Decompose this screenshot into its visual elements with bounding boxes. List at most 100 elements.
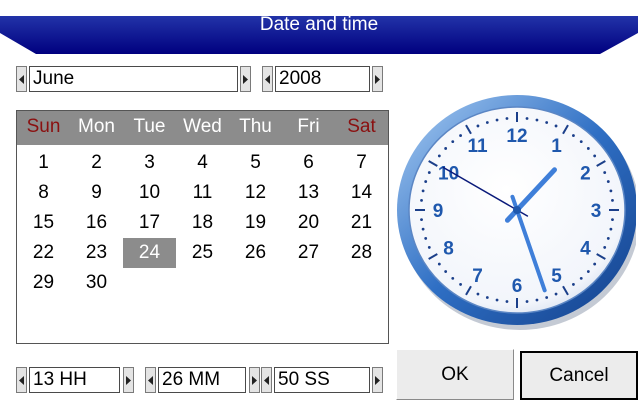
day-cell[interactable]: 27 xyxy=(282,238,335,268)
day-cell[interactable]: 22 xyxy=(17,238,70,268)
day-cell[interactable]: 10 xyxy=(123,178,176,208)
triangle-right-icon xyxy=(375,376,380,385)
minutes-next-button[interactable] xyxy=(249,367,260,393)
day-cell[interactable]: 9 xyxy=(70,178,123,208)
day-cell[interactable]: 26 xyxy=(229,238,282,268)
year-next-button[interactable] xyxy=(372,66,383,92)
day-cell[interactable]: 3 xyxy=(123,148,176,178)
day-cell[interactable]: 11 xyxy=(176,178,229,208)
day-cell[interactable]: 30 xyxy=(70,268,123,298)
clock-tick xyxy=(603,246,607,249)
triangle-left-icon xyxy=(264,376,269,385)
clock-tick xyxy=(579,140,583,144)
day-cell[interactable]: 19 xyxy=(229,208,282,238)
day-cell[interactable]: 7 xyxy=(335,148,388,178)
clock-tick xyxy=(545,296,549,299)
day-cell[interactable]: 29 xyxy=(17,268,70,298)
clock-tick xyxy=(611,198,614,202)
clock-tick xyxy=(485,121,489,124)
clock-tick xyxy=(525,117,529,120)
weekday-header: Sun Mon Tue Wed Thu Fri Sat xyxy=(17,111,388,145)
day-cell[interactable]: 21 xyxy=(335,208,388,238)
day-cell[interactable]: 13 xyxy=(282,178,335,208)
clock-tick xyxy=(572,283,575,286)
day-cell[interactable]: 28 xyxy=(335,238,388,268)
clock-tick xyxy=(420,218,423,222)
clock-tick xyxy=(495,298,499,302)
clock-tick xyxy=(444,147,448,150)
day-cell[interactable]: 18 xyxy=(176,208,229,238)
clock-tick xyxy=(437,262,441,266)
analog-clock: 12 1234567891011 xyxy=(397,95,636,330)
hours-prev-button[interactable] xyxy=(16,367,27,393)
day-cell[interactable]: 14 xyxy=(335,178,388,208)
clock-tick xyxy=(611,218,614,222)
month-prev-button[interactable] xyxy=(16,66,27,92)
clock-numeral: 4 xyxy=(580,239,591,260)
clock-tick xyxy=(476,292,480,296)
triangle-right-icon xyxy=(243,75,248,84)
clock-tick xyxy=(525,300,529,303)
hours-field[interactable]: 13 HH xyxy=(29,367,120,393)
day-cell[interactable]: 15 xyxy=(17,208,70,238)
clock-tick xyxy=(579,276,583,280)
day-cell[interactable]: 23 xyxy=(70,238,123,268)
clock-tick xyxy=(554,124,558,128)
triangle-left-icon xyxy=(19,75,24,84)
day-cell[interactable]: 17 xyxy=(123,208,176,238)
clock-tick xyxy=(421,227,425,231)
clock-tick xyxy=(545,121,549,124)
clock-tick xyxy=(424,237,428,240)
hours-next-button[interactable] xyxy=(123,367,134,393)
clock-tick xyxy=(495,118,499,122)
weekday-label: Mon xyxy=(78,116,115,137)
weekday-label: Sat xyxy=(347,116,376,137)
clock-numeral: 5 xyxy=(551,266,562,287)
seconds-next-button[interactable] xyxy=(372,367,383,393)
clock-tick xyxy=(603,171,607,174)
day-cell[interactable]: 6 xyxy=(282,148,335,178)
month-next-button[interactable] xyxy=(240,66,251,92)
clock-tick xyxy=(451,276,455,280)
clock-tick xyxy=(459,283,462,286)
clock-tick xyxy=(554,292,558,296)
clock-tick xyxy=(505,117,509,120)
clock-numeral: 12 xyxy=(506,126,527,147)
day-cell[interactable]: 5 xyxy=(229,148,282,178)
day-cell[interactable]: 20 xyxy=(282,208,335,238)
minutes-prev-button[interactable] xyxy=(145,367,156,393)
clock-numeral: 9 xyxy=(433,201,444,222)
day-cell[interactable]: 16 xyxy=(70,208,123,238)
clock-tick xyxy=(476,124,480,128)
calendar-grid: Sun Mon Tue Wed Thu Fri Sat 1 2 3 4 5 6 7 8 9 10 11 12 13 1… xyxy=(16,110,389,344)
day-cell[interactable]: 25 xyxy=(176,238,229,268)
clock-tick xyxy=(505,300,509,303)
weekday-label: Wed xyxy=(183,116,222,137)
clock-numeral: 2 xyxy=(580,164,591,185)
clock-tick xyxy=(572,134,575,137)
clock-tick xyxy=(444,270,448,273)
triangle-left-icon xyxy=(148,376,153,385)
clock-tick xyxy=(451,140,455,144)
window-title: Date and time xyxy=(259,14,379,35)
title-bar: Date and time xyxy=(0,0,638,55)
day-cell[interactable]: 2 xyxy=(70,148,123,178)
month-field[interactable]: June xyxy=(29,66,238,92)
triangle-right-icon xyxy=(252,376,257,385)
clock-numeral: 1 xyxy=(551,136,562,157)
day-cell[interactable]: 4 xyxy=(176,148,229,178)
clock-tick xyxy=(586,270,590,273)
cancel-button[interactable]: Cancel xyxy=(520,351,638,400)
seconds-prev-button[interactable] xyxy=(261,367,272,393)
clock-tick xyxy=(424,180,428,183)
ok-button[interactable]: OK xyxy=(396,349,514,400)
day-cell[interactable]: 1 xyxy=(17,148,70,178)
minutes-field[interactable]: 26 MM xyxy=(158,367,246,393)
year-field[interactable]: 2008 xyxy=(275,66,370,92)
clock-tick xyxy=(535,118,539,122)
day-cell[interactable]: 8 xyxy=(17,178,70,208)
year-prev-button[interactable] xyxy=(262,66,273,92)
seconds-field[interactable]: 50 SS xyxy=(274,367,370,393)
day-cell-selected[interactable]: 24 xyxy=(123,238,176,268)
day-cell[interactable]: 12 xyxy=(229,178,282,208)
